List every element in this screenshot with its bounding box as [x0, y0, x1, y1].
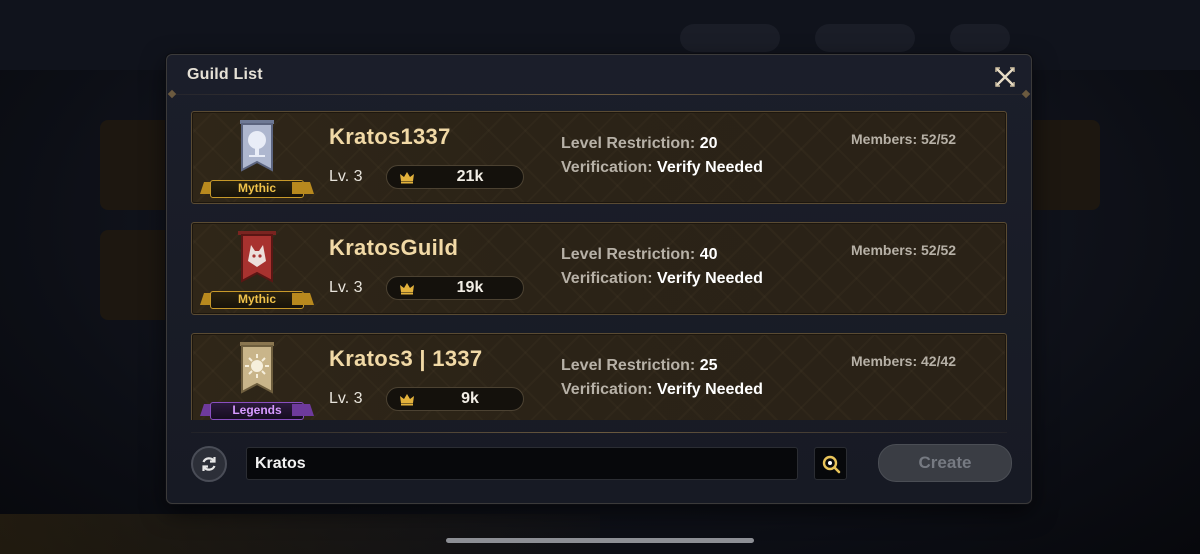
level-restriction-label: Level Restriction: [561, 246, 696, 263]
guild-power: 19k [386, 276, 524, 300]
search-input[interactable] [246, 447, 798, 480]
rank-label: Mythic [237, 292, 276, 306]
guild-power: 21k [386, 165, 524, 189]
guild-emblem: Mythic [198, 118, 316, 198]
verification-value: Verify Needed [657, 159, 763, 176]
refresh-icon [202, 457, 216, 471]
close-icon [995, 67, 1015, 87]
power-value: 21k [456, 168, 484, 185]
guild-level: Lv. 3 [329, 168, 363, 185]
background-footer-glow [0, 514, 600, 554]
crown-icon [400, 172, 414, 184]
modal-title: Guild List [187, 66, 263, 83]
verification-label: Verification: [561, 159, 653, 176]
search-button[interactable] [814, 447, 847, 480]
power-value: 19k [456, 279, 484, 296]
level-restriction: Level Restriction: 40 [561, 246, 718, 264]
wolf-banner-icon [238, 231, 276, 283]
guild-name: Kratos1337 [329, 124, 451, 149]
guild-name: Kratos3 | 1337 [329, 346, 483, 371]
level-restriction-label: Level Restriction: [561, 357, 696, 374]
guild-card[interactable]: Legends Kratos3 | 1337 Lv. 3 9k Level Re… [191, 333, 1007, 420]
guild-members: Members: 42/42 [851, 353, 957, 369]
guild-emblem: Mythic [198, 229, 316, 309]
refresh-button[interactable] [191, 446, 227, 482]
level-restriction: Level Restriction: 20 [561, 135, 718, 153]
rank-label: Legends [232, 403, 282, 417]
guild-members: Members: 52/52 [851, 131, 957, 147]
guild-list-modal: Guild List Mythic Kratos1337 Lv. 3 21k L… [166, 54, 1032, 504]
title-divider [171, 94, 1027, 95]
rank-badge: Mythic [200, 178, 314, 198]
verification: Verification: Verify Needed [561, 270, 763, 288]
rank-label: Mythic [237, 181, 276, 195]
verification: Verification: Verify Needed [561, 381, 763, 399]
level-restriction: Level Restriction: 25 [561, 357, 718, 375]
guild-name: KratosGuild [329, 235, 459, 260]
verification-value: Verify Needed [657, 270, 763, 287]
guild-power: 9k [386, 387, 524, 411]
guild-card[interactable]: Mythic Kratos1337 Lv. 3 21k Level Restri… [191, 111, 1007, 204]
guild-level: Lv. 3 [329, 390, 363, 407]
verification-label: Verification: [561, 270, 653, 287]
close-button[interactable] [993, 65, 1017, 89]
background-currency-pill [680, 24, 780, 52]
background-panel [1020, 120, 1100, 210]
verification: Verification: Verify Needed [561, 159, 763, 177]
crown-icon [400, 283, 414, 295]
search-icon [822, 455, 840, 473]
create-button[interactable]: Create [878, 444, 1012, 482]
footer-divider [191, 432, 1007, 433]
verification-value: Verify Needed [657, 381, 763, 398]
white-tree-banner-icon [240, 120, 274, 172]
verification-label: Verification: [561, 381, 653, 398]
level-restriction-label: Level Restriction: [561, 135, 696, 152]
background-currency-pill [815, 24, 915, 52]
guild-emblem: Legends [198, 340, 316, 420]
crown-icon [400, 394, 414, 406]
home-indicator[interactable] [446, 538, 754, 543]
level-restriction-value: 25 [699, 357, 718, 374]
guild-members: Members: 52/52 [851, 242, 957, 258]
background-currency-pill [950, 24, 1010, 52]
power-value: 9k [461, 390, 479, 407]
guild-card[interactable]: Mythic KratosGuild Lv. 3 19k Level Restr… [191, 222, 1007, 315]
sun-banner-icon [240, 342, 274, 394]
guild-list[interactable]: Mythic Kratos1337 Lv. 3 21k Level Restri… [191, 110, 1009, 420]
level-restriction-value: 40 [699, 246, 718, 263]
rank-badge: Legends [200, 400, 314, 420]
rank-badge: Mythic [200, 289, 314, 309]
guild-level: Lv. 3 [329, 279, 363, 296]
level-restriction-value: 20 [699, 135, 718, 152]
